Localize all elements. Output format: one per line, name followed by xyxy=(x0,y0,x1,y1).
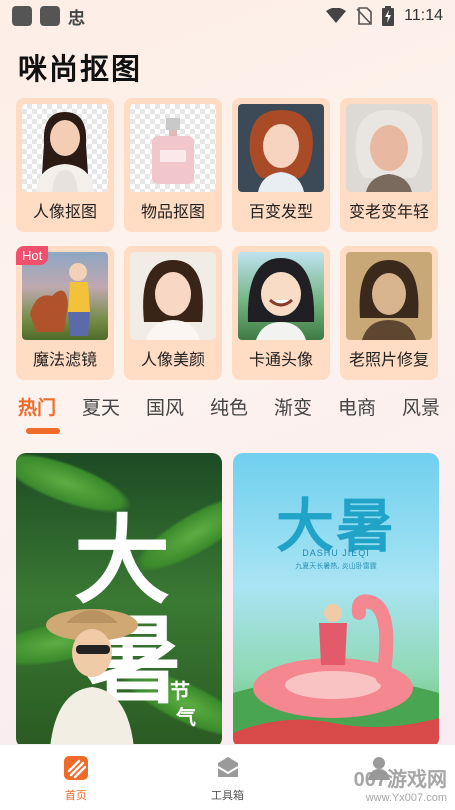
age-change-thumbnail xyxy=(346,104,432,192)
tool-label: 老照片修复 xyxy=(348,350,429,369)
object-cutout-thumbnail xyxy=(130,104,216,192)
poster-side-char: 气 xyxy=(176,705,196,729)
photo-restore-thumbnail xyxy=(346,252,432,340)
notification-icon xyxy=(12,6,32,26)
no-sim-icon xyxy=(356,7,372,25)
tool-grid: 人像抠图 物品抠图 百变发型 变老变年轻 Hot 魔法滤镜 人像美颜 卡通头像 … xyxy=(16,98,440,380)
portrait-cutout-thumbnail xyxy=(22,104,108,192)
status-right-icons: 11:14 xyxy=(326,6,443,26)
flamingo-float-illustration xyxy=(233,594,439,748)
watermark-main: 007游戏网 xyxy=(353,769,447,791)
status-bar: 忠 11:14 xyxy=(0,0,455,32)
toolbox-icon xyxy=(216,757,239,777)
tool-label: 人像抠图 xyxy=(32,202,97,221)
category-tabs: 热门 夏天 国风 纯色 渐变 电商 风景 xyxy=(18,393,455,433)
magic-filter-thumbnail xyxy=(22,252,108,340)
clock: 11:14 xyxy=(404,7,443,24)
tool-card-magic-filter[interactable]: Hot 魔法滤镜 xyxy=(16,246,114,380)
tool-label: 卡通头像 xyxy=(248,350,313,369)
tool-card-cartoon-avatar[interactable]: 卡通头像 xyxy=(232,246,330,380)
site-watermark: 007游戏网 www.Yx007.com xyxy=(354,763,447,804)
watermark-url: www.Yx007.com xyxy=(365,792,447,804)
app-notification-glyph: 忠 xyxy=(68,8,85,29)
wifi-icon xyxy=(326,8,347,23)
tool-card-age-change[interactable]: 变老变年轻 xyxy=(340,98,438,232)
tool-card-beauty[interactable]: 人像美颜 xyxy=(124,246,222,380)
tool-card-hairstyle[interactable]: 百变发型 xyxy=(232,98,330,232)
tab-gradient[interactable]: 渐变 xyxy=(274,393,338,433)
nav-home[interactable]: 首页 xyxy=(0,745,152,810)
tool-card-portrait-cutout[interactable]: 人像抠图 xyxy=(16,98,114,232)
notification-icon xyxy=(40,6,60,26)
cartoon-avatar-thumbnail xyxy=(238,252,324,340)
nav-label: 工具箱 xyxy=(211,789,244,802)
tool-label: 人像美颜 xyxy=(140,350,205,369)
tab-ecommerce[interactable]: 电商 xyxy=(338,393,402,433)
template-card-dashu-flamingo[interactable]: 大暑 DASHU JIEQI 九夏天长暑热, 炎山卧雷霆 xyxy=(233,453,439,748)
tool-card-object-cutout[interactable]: 物品抠图 xyxy=(124,98,222,232)
tool-label: 物品抠图 xyxy=(140,202,205,221)
battery-charging-icon xyxy=(382,6,395,26)
tab-solid-color[interactable]: 纯色 xyxy=(210,393,274,433)
poster-subtitle: DASHU JIEQI xyxy=(302,548,370,558)
beauty-thumbnail xyxy=(130,252,216,340)
active-tab-indicator xyxy=(26,428,60,434)
hairstyle-thumbnail xyxy=(238,104,324,192)
tool-label: 魔法滤镜 xyxy=(32,350,97,369)
nav-label: 首页 xyxy=(64,789,87,802)
tab-summer[interactable]: 夏天 xyxy=(82,393,146,433)
tab-chinese-style[interactable]: 国风 xyxy=(146,393,210,433)
poster-woman-illustration xyxy=(46,609,138,748)
template-card-dashu-fern[interactable]: 大 暑 节 气 xyxy=(16,453,222,748)
hot-badge: Hot xyxy=(16,246,49,265)
nav-toolbox[interactable]: 工具箱 xyxy=(152,745,304,810)
status-left-icons: 忠 xyxy=(12,4,85,29)
poster-side-char: 节 xyxy=(170,679,190,703)
tab-hot[interactable]: 热门 xyxy=(18,393,82,433)
poster-tagline: 九夏天长暑热, 炎山卧雷霆 xyxy=(295,562,377,570)
tool-label: 百变发型 xyxy=(248,202,313,221)
tab-scenery[interactable]: 风景 xyxy=(402,393,455,433)
tool-card-photo-restore[interactable]: 老照片修复 xyxy=(340,246,438,380)
page-title: 咪尚抠图 xyxy=(18,52,143,86)
tool-label: 变老变年轻 xyxy=(348,202,429,221)
home-icon xyxy=(63,756,88,780)
